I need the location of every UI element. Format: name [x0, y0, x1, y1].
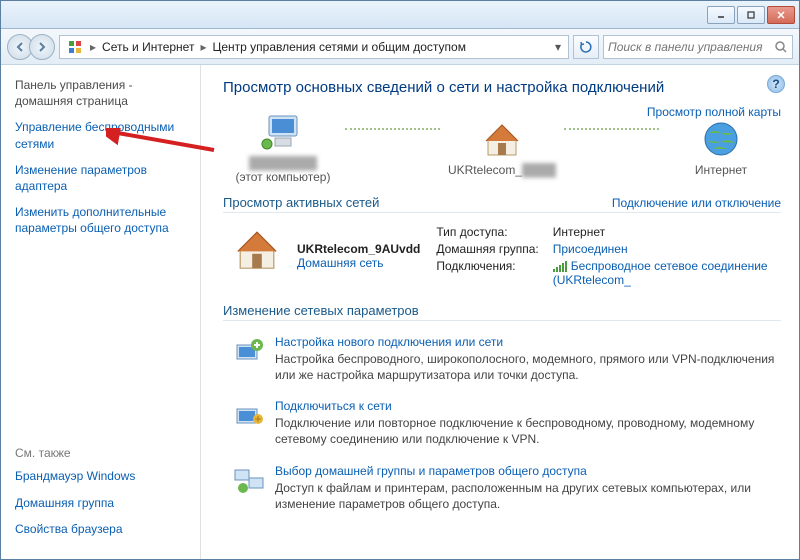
- full-map-link[interactable]: Просмотр полной карты: [647, 105, 781, 119]
- node-router-name: UKRtelecom_: [448, 163, 522, 177]
- see-also-header: См. также: [15, 446, 186, 460]
- maximize-button[interactable]: [737, 6, 765, 24]
- connect-icon: [233, 399, 265, 431]
- breadcrumb-seg-network[interactable]: Сеть и Интернет: [98, 40, 198, 54]
- network-type-link[interactable]: Домашняя сеть: [297, 256, 420, 270]
- network-properties: Тип доступа: Интернет Домашняя группа: П…: [436, 225, 781, 287]
- network-map: ████████ (этот компьютер) UKRtelecom_███…: [223, 110, 781, 185]
- task-connect-link[interactable]: Подключиться к сети: [275, 399, 781, 413]
- task-new-connection: Настройка нового подключения или сети На…: [223, 327, 781, 391]
- homegroup-link[interactable]: Присоединен: [553, 242, 781, 256]
- sidebar: Панель управления - домашняя страница Уп…: [1, 65, 201, 559]
- task-new-connection-desc: Настройка беспроводного, широкополосного…: [275, 352, 774, 382]
- node-internet-label: Интернет: [695, 163, 747, 177]
- chevron-right-icon: ▸: [88, 40, 98, 54]
- task-new-connection-link[interactable]: Настройка нового подключения или сети: [275, 335, 781, 349]
- search-icon: [774, 40, 788, 54]
- sidebar-link-firewall[interactable]: Брандмауэр Windows: [15, 468, 186, 484]
- map-node-router: UKRtelecom_████: [442, 117, 562, 177]
- sidebar-link-wireless[interactable]: Управление беспроводными сетями: [15, 119, 186, 151]
- refresh-button[interactable]: [573, 35, 599, 59]
- connection-link[interactable]: Беспроводное сетевое соединение (UKRtele…: [553, 259, 781, 287]
- minimize-button[interactable]: [707, 6, 735, 24]
- change-settings-header: Изменение сетевых параметров: [223, 303, 781, 321]
- search-box[interactable]: [603, 35, 793, 59]
- node-this-name: ████████: [249, 156, 317, 170]
- sidebar-link-homegroup[interactable]: Домашняя группа: [15, 495, 186, 511]
- sidebar-link-adapter[interactable]: Изменение параметров адаптера: [15, 162, 186, 194]
- map-node-this-pc: ████████ (этот компьютер): [223, 110, 343, 185]
- forward-button[interactable]: [29, 34, 55, 60]
- house-icon: [482, 117, 522, 161]
- node-this-sub: (этот компьютер): [236, 170, 331, 184]
- task-connect-desc: Подключение или повторное подключение к …: [275, 416, 754, 446]
- help-icon[interactable]: ?: [767, 75, 785, 93]
- homegroup-icon: [233, 464, 265, 496]
- task-homegroup-link[interactable]: Выбор домашней группы и параметров общег…: [275, 464, 781, 478]
- chevron-right-icon: ▸: [198, 40, 208, 54]
- breadcrumb[interactable]: ▸ Сеть и Интернет ▸ Центр управления сет…: [59, 35, 569, 59]
- sidebar-link-sharing[interactable]: Изменить дополнительные параметры общего…: [15, 204, 186, 236]
- house-icon: [233, 225, 281, 273]
- window: ▸ Сеть и Интернет ▸ Центр управления сет…: [0, 0, 800, 560]
- page-title: Просмотр основных сведений о сети и наст…: [223, 79, 781, 96]
- computer-icon: [261, 110, 305, 154]
- network-name: UKRtelecom_9AUvdd: [297, 242, 420, 256]
- task-connect: Подключиться к сети Подключение или повт…: [223, 391, 781, 455]
- active-network-row: UKRtelecom_9AUvdd Домашняя сеть Тип дост…: [223, 219, 781, 293]
- active-networks-header: Просмотр активных сетей Подключение или …: [223, 195, 781, 213]
- titlebar: [1, 1, 799, 29]
- breadcrumb-seg-center[interactable]: Центр управления сетями и общим доступом: [208, 40, 470, 54]
- sidebar-link-home[interactable]: Панель управления - домашняя страница: [15, 77, 186, 109]
- map-node-internet: Интернет: [661, 117, 781, 177]
- task-homegroup: Выбор домашней группы и параметров общег…: [223, 456, 781, 520]
- network-center-icon: [66, 38, 84, 56]
- search-input[interactable]: [608, 40, 774, 54]
- sidebar-link-browser[interactable]: Свойства браузера: [15, 521, 186, 537]
- globe-icon: [701, 117, 741, 161]
- connect-disconnect-link[interactable]: Подключение или отключение: [612, 196, 781, 210]
- close-button[interactable]: [767, 6, 795, 24]
- new-connection-icon: [233, 335, 265, 367]
- main-panel: ? Просмотр основных сведений о сети и на…: [201, 65, 799, 559]
- address-bar: ▸ Сеть и Интернет ▸ Центр управления сет…: [1, 29, 799, 65]
- signal-icon: [553, 261, 567, 272]
- chevron-down-icon[interactable]: ▾: [550, 40, 566, 54]
- task-homegroup-desc: Доступ к файлам и принтерам, расположенн…: [275, 481, 751, 511]
